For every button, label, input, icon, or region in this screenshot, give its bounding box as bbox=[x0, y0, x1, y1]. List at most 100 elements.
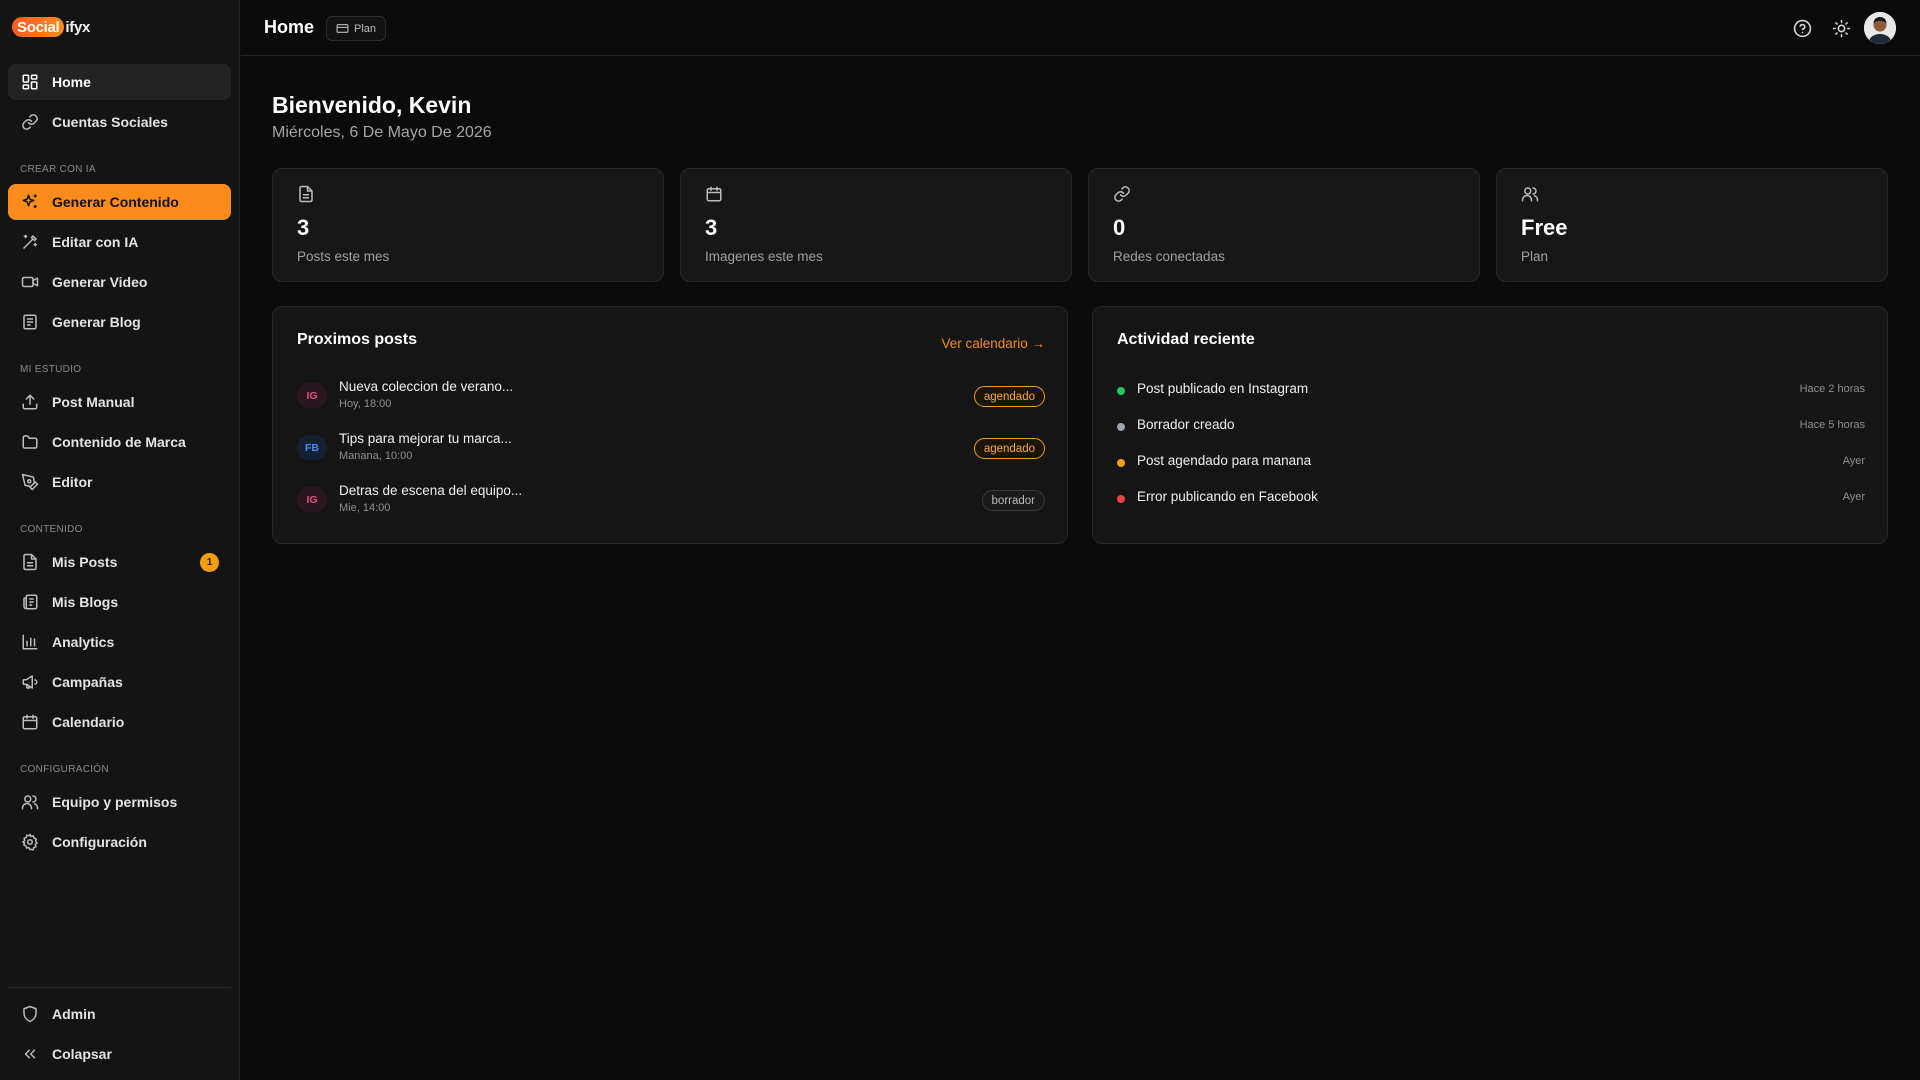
welcome-heading: Bienvenido, Kevin bbox=[272, 92, 472, 118]
activity-time: Ayer bbox=[1842, 455, 1865, 467]
stat-label: Posts este mes bbox=[297, 249, 390, 264]
sidebar-item-label: Configuración bbox=[52, 834, 147, 850]
sidebar-item-cuentas-sociales[interactable]: Cuentas Sociales bbox=[8, 104, 231, 140]
section-label-mi-estudio: MI ESTUDIO bbox=[20, 364, 82, 375]
sidebar-item-label: Generar Contenido bbox=[52, 194, 179, 210]
stat-card-imagenes: 3 Imagenes este mes bbox=[680, 168, 1072, 282]
sidebar-item-calendario[interactable]: Calendario bbox=[8, 704, 231, 740]
help-button[interactable] bbox=[1790, 16, 1814, 40]
mis-posts-count-badge: 1 bbox=[200, 553, 219, 572]
upcoming-post-row[interactable]: IG Nueva coleccion de verano... Hoy, 18:… bbox=[297, 377, 1045, 417]
sidebar-collapse-button[interactable]: Colapsar bbox=[8, 1036, 231, 1072]
upcoming-post-row[interactable]: FB Tips para mejorar tu marca... Manana,… bbox=[297, 429, 1045, 469]
document-icon bbox=[20, 312, 40, 332]
sidebar-item-label: Home bbox=[52, 74, 91, 90]
post-title: Nueva coleccion de verano... bbox=[339, 379, 514, 394]
sidebar-item-generar-contenido[interactable]: Generar Contenido bbox=[8, 184, 231, 220]
section-label-configuracion: CONFIGURACIÓN bbox=[20, 764, 109, 775]
stat-card-redes: 0 Redes conectadas bbox=[1088, 168, 1480, 282]
stat-card-posts: 3 Posts este mes bbox=[272, 168, 664, 282]
section-label-crear-con-ia: CREAR CON IA bbox=[20, 164, 96, 175]
section-label-contenido: CONTENIDO bbox=[20, 524, 83, 535]
status-dot bbox=[1117, 423, 1125, 431]
upload-icon bbox=[20, 392, 40, 412]
sidebar-divider bbox=[8, 987, 231, 988]
shield-icon bbox=[20, 1004, 40, 1024]
bar-chart-icon bbox=[20, 632, 40, 652]
status-badge: borrador bbox=[981, 490, 1045, 511]
sidebar-item-label: Editar con IA bbox=[52, 234, 139, 250]
calendar-icon bbox=[20, 712, 40, 732]
sidebar-item-generar-video[interactable]: Generar Video bbox=[8, 264, 231, 300]
grid-icon bbox=[20, 72, 40, 92]
sidebar-item-campanas[interactable]: Campañas bbox=[8, 664, 231, 700]
post-time: Mie, 14:00 bbox=[339, 502, 391, 514]
activity-text: Post agendado para manana bbox=[1137, 453, 1312, 468]
sidebar-item-label: Post Manual bbox=[52, 394, 135, 410]
sidebar-item-label: Generar Blog bbox=[52, 314, 141, 330]
panel-title: Proximos posts bbox=[297, 331, 418, 348]
help-circle-icon bbox=[1793, 19, 1812, 38]
activity-item: Borrador creado Hace 5 horas bbox=[1117, 415, 1865, 439]
view-calendar-link[interactable]: Ver calendario → bbox=[941, 336, 1045, 351]
sidebar-item-contenido-de-marca[interactable]: Contenido de Marca bbox=[8, 424, 231, 460]
stat-value: 0 bbox=[1113, 215, 1126, 240]
sidebar-item-label: Generar Video bbox=[52, 274, 148, 290]
sparkles-icon bbox=[20, 192, 40, 212]
sidebar-item-admin[interactable]: Admin bbox=[8, 996, 231, 1032]
sidebar-item-label: Mis Posts bbox=[52, 554, 118, 570]
stat-label: Redes conectadas bbox=[1113, 249, 1225, 264]
sidebar-item-editor[interactable]: Editor bbox=[8, 464, 231, 500]
sidebar-item-label: Contenido de Marca bbox=[52, 434, 186, 450]
megaphone-icon bbox=[20, 672, 40, 692]
instagram-badge: IG bbox=[297, 487, 327, 512]
sidebar-item-editar-con-ia[interactable]: Editar con IA bbox=[8, 224, 231, 260]
file-icon bbox=[297, 185, 317, 205]
current-date: Miércoles, 6 De Mayo De 2026 bbox=[272, 124, 492, 141]
sidebar-item-label: Equipo y permisos bbox=[52, 794, 178, 810]
stat-label: Imagenes este mes bbox=[705, 249, 823, 264]
user-avatar[interactable] bbox=[1864, 12, 1896, 44]
facebook-badge: FB bbox=[297, 435, 327, 460]
sidebar-item-mis-blogs[interactable]: Mis Blogs bbox=[8, 584, 231, 620]
status-dot bbox=[1117, 459, 1125, 467]
activity-time: Hace 5 horas bbox=[1799, 419, 1865, 431]
activity-text: Error publicando en Facebook bbox=[1137, 489, 1318, 504]
pen-tool-icon bbox=[20, 472, 40, 492]
sidebar-item-label: Cuentas Sociales bbox=[52, 114, 168, 130]
sidebar-item-configuracion[interactable]: Configuración bbox=[8, 824, 231, 860]
users-icon bbox=[1521, 185, 1541, 205]
theme-toggle-button[interactable] bbox=[1829, 16, 1853, 40]
calendar-icon bbox=[705, 185, 725, 205]
link-icon bbox=[20, 112, 40, 132]
sidebar-item-equipo-y-permisos[interactable]: Equipo y permisos bbox=[8, 784, 231, 820]
stat-value: Free bbox=[1521, 215, 1568, 240]
sidebar-item-home[interactable]: Home bbox=[8, 64, 231, 100]
page-title: Home bbox=[264, 17, 315, 37]
sidebar-item-generar-blog[interactable]: Generar Blog bbox=[8, 304, 231, 340]
sidebar-item-mis-posts[interactable]: Mis Posts 1 bbox=[8, 544, 231, 580]
sidebar-item-label: Mis Blogs bbox=[52, 594, 119, 610]
sidebar-item-label: Admin bbox=[52, 1006, 96, 1022]
status-badge: agendado bbox=[973, 438, 1045, 459]
plan-button-label: Plan bbox=[354, 22, 377, 35]
activity-time: Ayer bbox=[1842, 491, 1865, 503]
activity-item: Post agendado para manana Ayer bbox=[1117, 451, 1865, 475]
sidebar: Social ifyx Home Cuentas Sociales CREAR C… bbox=[0, 0, 240, 1080]
link-icon bbox=[1113, 185, 1133, 205]
file-text-icon bbox=[20, 552, 40, 572]
sidebar-item-post-manual[interactable]: Post Manual bbox=[8, 384, 231, 420]
stat-value: 3 bbox=[705, 215, 718, 240]
brand-logo[interactable]: Social ifyx bbox=[12, 14, 90, 40]
video-icon bbox=[20, 272, 40, 292]
post-time: Hoy, 18:00 bbox=[339, 398, 392, 410]
avatar-photo-icon bbox=[1864, 12, 1896, 44]
activity-item: Post publicado en Instagram Hace 2 horas bbox=[1117, 379, 1865, 403]
status-badge: agendado bbox=[973, 386, 1045, 407]
chevrons-left-icon bbox=[20, 1044, 40, 1064]
plan-button[interactable]: Plan bbox=[326, 16, 387, 41]
upcoming-post-row[interactable]: IG Detras de escena del equipo... Mie, 1… bbox=[297, 481, 1045, 521]
sidebar-item-analytics[interactable]: Analytics bbox=[8, 624, 231, 660]
folder-icon bbox=[20, 432, 40, 452]
gear-icon bbox=[20, 832, 40, 852]
